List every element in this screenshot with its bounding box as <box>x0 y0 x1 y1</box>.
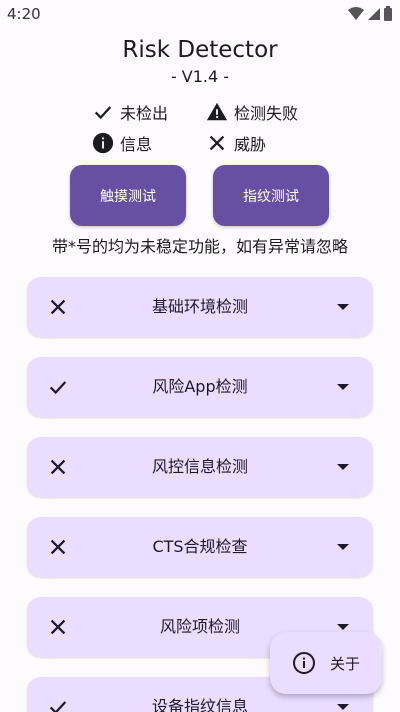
warning-icon <box>206 102 228 121</box>
info-icon <box>92 132 114 154</box>
check-icon <box>94 106 112 120</box>
legend-threat: 威胁 <box>206 131 266 155</box>
status-time: 4:20 <box>7 5 41 23</box>
close-icon <box>209 135 225 151</box>
card-risk-app[interactable]: 风险App检测 <box>27 357 373 417</box>
dropdown-arrow-icon <box>337 624 349 630</box>
legend-detection-failed-label: 检测失败 <box>234 104 299 123</box>
check-icon <box>49 381 67 395</box>
signal-icon <box>368 7 380 20</box>
legend-threat-label: 威胁 <box>234 135 267 154</box>
fingerprint-test-button[interactable]: 指纹测试 <box>213 165 329 226</box>
close-icon <box>50 619 66 635</box>
legend-not-detected-label: 未检出 <box>120 104 169 123</box>
wifi-icon <box>348 6 364 20</box>
about-fab[interactable]: 关于 <box>270 632 382 694</box>
unstable-feature-notice: 带*号的均为未稳定功能，如有异常请忽略 <box>51 237 348 256</box>
close-icon <box>50 299 66 315</box>
card-label: 风控信息检测 <box>151 457 248 476</box>
legend-detection-failed: 检测失败 <box>206 100 298 124</box>
card-label: 基础环境检测 <box>151 297 248 316</box>
about-label: 关于 <box>329 654 360 673</box>
dropdown-arrow-icon <box>337 464 349 470</box>
card-cts-compliance[interactable]: CTS合规检查 <box>27 517 373 577</box>
dropdown-arrow-icon <box>337 304 349 310</box>
close-icon <box>50 539 66 555</box>
app-version: - V1.4 - <box>170 67 230 86</box>
legend-not-detected: 未检出 <box>92 100 168 124</box>
app-title: Risk Detector <box>122 37 278 63</box>
touch-test-button[interactable]: 触摸测试 <box>70 165 186 226</box>
battery-icon <box>384 6 392 21</box>
check-icon <box>49 701 67 712</box>
dropdown-arrow-icon <box>337 704 349 710</box>
status-bar: 4:20 <box>0 0 400 28</box>
legend-info: 信息 <box>92 131 152 155</box>
close-icon <box>50 459 66 475</box>
legend-info-label: 信息 <box>120 135 153 154</box>
info-outline-icon <box>292 652 315 674</box>
card-label: CTS合规检查 <box>152 537 248 556</box>
status-icons <box>348 6 392 21</box>
card-basic-environment[interactable]: 基础环境检测 <box>27 277 373 337</box>
dropdown-arrow-icon <box>337 384 349 390</box>
dropdown-arrow-icon <box>337 544 349 550</box>
card-label: 风险App检测 <box>152 377 248 396</box>
card-risk-control-info[interactable]: 风控信息检测 <box>27 437 373 497</box>
